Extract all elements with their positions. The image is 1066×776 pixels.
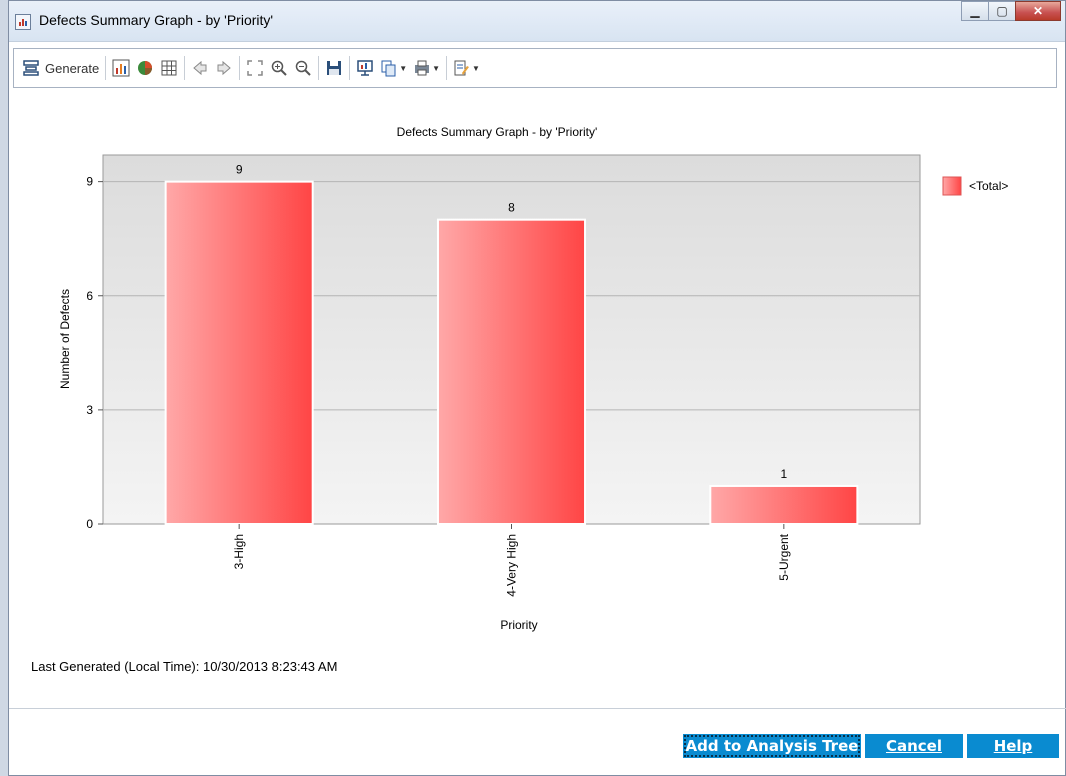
zoom-out-icon bbox=[295, 60, 311, 76]
title-bar[interactable]: Defects Summary Graph - by 'Priority' ▁ … bbox=[9, 1, 1065, 42]
toolbar-separator bbox=[184, 56, 186, 80]
window-title: Defects Summary Graph - by 'Priority' bbox=[39, 12, 274, 28]
x-axis-label: Priority bbox=[500, 618, 537, 632]
close-icon: ✕ bbox=[1032, 4, 1044, 18]
generate-icon bbox=[23, 60, 39, 76]
last-generated-text: Last Generated (Local Time): 10/30/2013 … bbox=[31, 659, 338, 674]
copy-dropdown[interactable]: ▼ bbox=[380, 56, 407, 80]
maximize-button[interactable]: ▢ bbox=[988, 1, 1016, 21]
forward-button[interactable] bbox=[215, 56, 233, 80]
toolbar-separator bbox=[239, 56, 241, 80]
x-tick-label: 3-High bbox=[232, 534, 246, 569]
toolbar-separator bbox=[105, 56, 107, 80]
generate-button[interactable]: Generate bbox=[22, 56, 99, 80]
save-button[interactable] bbox=[325, 56, 343, 80]
fit-icon bbox=[247, 60, 263, 76]
cancel-button[interactable]: Cancel bbox=[865, 734, 963, 758]
maximize-icon: ▢ bbox=[996, 4, 1008, 18]
export-button[interactable] bbox=[356, 56, 374, 80]
y-axis-label: Number of Defects bbox=[58, 289, 72, 389]
background-strip bbox=[0, 0, 8, 776]
grid-view-button[interactable] bbox=[160, 56, 178, 80]
x-tick-label: 4-Very High bbox=[505, 534, 519, 597]
bar[interactable] bbox=[436, 218, 587, 525]
y-tick-label: 0 bbox=[86, 517, 93, 531]
y-tick-label: 3 bbox=[86, 403, 93, 417]
back-icon bbox=[193, 60, 207, 76]
export-icon bbox=[357, 60, 373, 76]
bar-value-label: 9 bbox=[236, 163, 243, 177]
app-bar-chart-icon bbox=[15, 14, 31, 30]
bar[interactable] bbox=[709, 484, 859, 526]
minimize-icon: ▁ bbox=[970, 4, 980, 18]
x-tick-label: 5-Urgent bbox=[777, 533, 791, 580]
legend-label: <Total> bbox=[969, 179, 1008, 193]
toolbar: Generate ▼ ▼ ▼ bbox=[13, 48, 1057, 88]
copy-icon bbox=[381, 60, 396, 77]
y-tick-label: 6 bbox=[86, 289, 93, 303]
zoom-in-button[interactable] bbox=[270, 56, 288, 80]
zoom-in-icon bbox=[271, 60, 287, 76]
bar-chart: Defects Summary Graph - by 'Priority' 0 3… bbox=[58, 125, 1008, 632]
y-tick-label: 9 bbox=[86, 175, 93, 189]
legend-swatch bbox=[942, 176, 962, 196]
add-to-analysis-tree-button[interactable]: Add to Analysis Tree bbox=[683, 734, 861, 758]
chevron-down-icon: ▼ bbox=[399, 63, 408, 73]
fit-button[interactable] bbox=[246, 56, 264, 80]
chart-area: Defects Summary Graph - by 'Priority' 0 3… bbox=[13, 101, 1057, 651]
zoom-out-button[interactable] bbox=[294, 56, 312, 80]
bar[interactable] bbox=[164, 180, 314, 525]
save-icon bbox=[327, 61, 342, 75]
toolbar-separator bbox=[318, 56, 320, 80]
generate-label: Generate bbox=[45, 60, 100, 76]
bar-chart-button[interactable] bbox=[112, 56, 130, 80]
bar-value-label: 1 bbox=[780, 467, 787, 481]
print-icon bbox=[415, 60, 430, 76]
forward-icon bbox=[217, 60, 231, 76]
chart-title: Defects Summary Graph - by 'Priority' bbox=[397, 125, 598, 139]
close-button[interactable]: ✕ bbox=[1015, 1, 1061, 21]
print-dropdown[interactable]: ▼ bbox=[413, 56, 440, 80]
divider bbox=[9, 708, 1066, 709]
help-button[interactable]: Help bbox=[967, 734, 1059, 758]
settings-icon bbox=[454, 60, 470, 76]
pie-chart-icon bbox=[138, 61, 153, 75]
toolbar-separator bbox=[349, 56, 351, 80]
bar-value-label: 8 bbox=[508, 201, 515, 215]
back-button[interactable] bbox=[191, 56, 209, 80]
chevron-down-icon: ▼ bbox=[432, 63, 441, 73]
toolbar-separator bbox=[446, 56, 448, 80]
grid-icon bbox=[161, 60, 177, 76]
settings-dropdown[interactable]: ▼ bbox=[453, 56, 480, 80]
bar-chart-icon bbox=[112, 59, 130, 77]
dialog-window: Defects Summary Graph - by 'Priority' ▁ … bbox=[8, 0, 1066, 776]
minimize-button[interactable]: ▁ bbox=[961, 1, 989, 21]
pie-chart-button[interactable] bbox=[136, 56, 154, 80]
chevron-down-icon: ▼ bbox=[472, 63, 480, 73]
